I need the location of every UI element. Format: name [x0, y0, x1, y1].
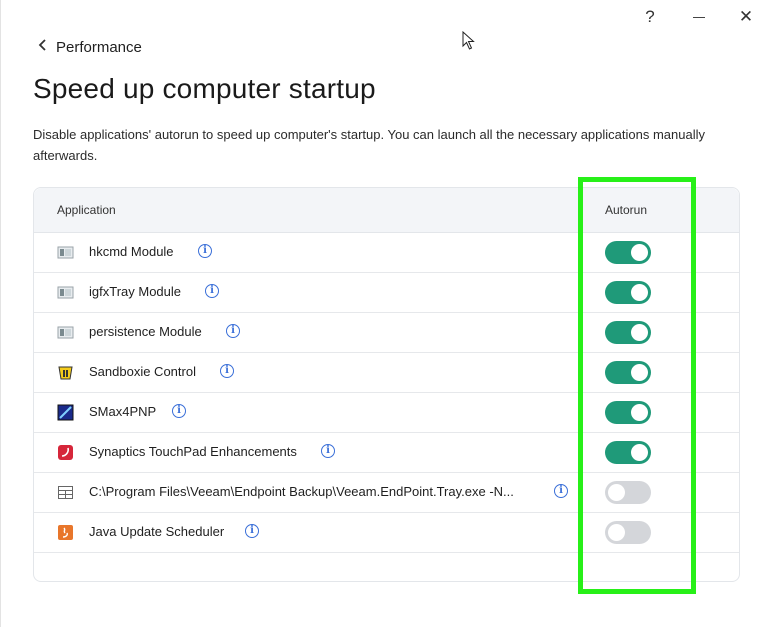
- info-icon[interactable]: i: [205, 284, 219, 298]
- minimize-button[interactable]: [683, 4, 715, 30]
- column-header-application: Application: [57, 203, 116, 217]
- app-name: persistence Module: [89, 324, 202, 339]
- info-icon[interactable]: i: [198, 244, 212, 258]
- app-name: igfxTray Module: [89, 284, 181, 299]
- back-label: Performance: [56, 38, 142, 56]
- page-title: Speed up computer startup: [33, 73, 376, 104]
- autorun-toggle[interactable]: [605, 281, 651, 304]
- toggle-knob: [631, 324, 648, 341]
- table-header: Application Autorun: [34, 188, 739, 233]
- column-header-autorun: Autorun: [605, 203, 648, 217]
- autorun-toggle[interactable]: [605, 521, 651, 544]
- autorun-toggle[interactable]: [605, 321, 651, 344]
- page-description: Disable applications' autorun to speed u…: [33, 127, 705, 163]
- app-name: hkcmd Module: [89, 244, 174, 259]
- chevron-left-icon: [38, 38, 48, 56]
- window-left-border: [0, 0, 1, 627]
- minimize-icon: [693, 16, 705, 18]
- table-row: C:\Program Files\Veeam\Endpoint Backup\V…: [34, 473, 739, 513]
- toggle-knob: [608, 524, 625, 541]
- module-icon: [57, 284, 74, 301]
- toggle-knob: [631, 244, 648, 261]
- smax-icon: [57, 404, 74, 421]
- info-icon[interactable]: i: [172, 404, 186, 418]
- toggle-knob: [608, 484, 625, 501]
- close-button[interactable]: ✕: [730, 4, 762, 30]
- module-icon: [57, 324, 74, 341]
- mouse-cursor-icon: [462, 30, 476, 56]
- app-name: SMax4PNP: [89, 404, 157, 419]
- toggle-knob: [631, 284, 648, 301]
- table-row: persistence Module i: [34, 313, 739, 353]
- toggle-knob: [631, 364, 648, 381]
- table-row: Java Update Scheduler i: [34, 513, 739, 553]
- table-row: Sandboxie Control i: [34, 353, 739, 393]
- sandboxie-icon: [57, 364, 74, 381]
- toggle-knob: [631, 404, 648, 421]
- generic-app-icon: [57, 484, 74, 501]
- info-icon[interactable]: i: [245, 524, 259, 538]
- info-icon[interactable]: i: [554, 484, 568, 498]
- help-button[interactable]: ?: [634, 4, 666, 30]
- info-icon[interactable]: i: [226, 324, 240, 338]
- table-row: hkcmd Module i: [34, 233, 739, 273]
- table-body: hkcmd Module i igfxTray Module i persistence…: [34, 233, 739, 553]
- module-icon: [57, 244, 74, 261]
- table-row: Synaptics TouchPad Enhancements i: [34, 433, 739, 473]
- startup-apps-table: Application Autorun hkcmd Module i igfxTra…: [33, 187, 740, 582]
- toggle-knob: [631, 444, 648, 461]
- autorun-toggle[interactable]: [605, 241, 651, 264]
- app-name: Java Update Scheduler: [89, 524, 225, 539]
- table-row: SMax4PNP i: [34, 393, 739, 433]
- app-name: Synaptics TouchPad Enhancements: [89, 444, 297, 459]
- back-button[interactable]: Performance: [38, 38, 142, 56]
- java-icon: [57, 524, 74, 541]
- autorun-toggle[interactable]: [605, 481, 651, 504]
- autorun-toggle[interactable]: [605, 361, 651, 384]
- app-name: Sandboxie Control: [89, 364, 196, 379]
- synaptics-icon: [57, 444, 74, 461]
- app-name: C:\Program Files\Veeam\Endpoint Backup\V…: [89, 484, 514, 499]
- autorun-toggle[interactable]: [605, 441, 651, 464]
- info-icon[interactable]: i: [321, 444, 335, 458]
- info-icon[interactable]: i: [220, 364, 234, 378]
- autorun-toggle[interactable]: [605, 401, 651, 424]
- table-row: igfxTray Module i: [34, 273, 739, 313]
